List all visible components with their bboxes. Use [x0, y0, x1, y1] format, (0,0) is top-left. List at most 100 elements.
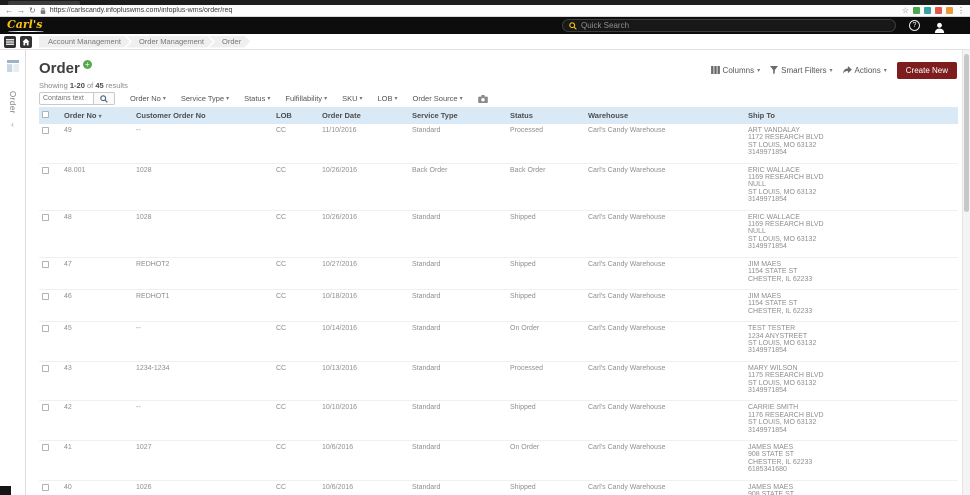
browser-menu-icon[interactable]: ⋮	[957, 7, 965, 15]
row-checkbox[interactable]	[42, 293, 49, 300]
filter-dropdown-service-type[interactable]: Service Type▾	[181, 94, 229, 103]
table-row[interactable]: 48.0011028CC10/26/2016Back OrderBack Ord…	[39, 163, 958, 210]
user-icon[interactable]	[934, 20, 945, 31]
table-row[interactable]: 481028CC10/26/2016StandardShippedCarl's …	[39, 210, 958, 257]
row-checkbox[interactable]	[42, 444, 49, 451]
ship-to-line: MARY WILSON	[748, 365, 955, 372]
ship-to-line: 1154 STATE ST	[748, 300, 955, 307]
forward-icon[interactable]: →	[17, 7, 25, 15]
filter-dropdown-status[interactable]: Status▾	[244, 94, 270, 103]
column-header-order-no[interactable]: Order No ▾	[61, 107, 133, 124]
showing-prefix: Showing	[39, 81, 68, 90]
filter-search-button[interactable]	[94, 92, 115, 105]
caret-down-icon: ▾	[884, 67, 887, 74]
row-checkbox[interactable]	[42, 167, 49, 174]
page-title: Order	[39, 60, 80, 77]
quick-search-input[interactable]	[581, 21, 889, 30]
ship-to-line: ST LOUIS, MO 63132	[748, 189, 955, 196]
table-row[interactable]: 42--CC10/10/2016StandardShippedCarl's Ca…	[39, 401, 958, 441]
filter-dropdown-lob[interactable]: LOB▾	[378, 94, 398, 103]
contains-text-input[interactable]	[39, 92, 94, 105]
table-toolbar: Columns ▾ Smart Filters ▾ Actions ▾ Crea…	[711, 62, 957, 79]
table-row[interactable]: 49--CC11/10/2016StandardProcessedCarl's …	[39, 124, 958, 163]
filter-dropdown-sku[interactable]: SKU▾	[342, 94, 362, 103]
showing-suffix: results	[106, 81, 128, 90]
url-text[interactable]: https://carlscandy.infopluswms.com/infop…	[50, 7, 233, 14]
table-row[interactable]: 411027CC10/6/2016StandardOn OrderCarl's …	[39, 441, 958, 481]
table-row[interactable]: 46REDHOT1CC10/18/2016StandardShippedCarl…	[39, 289, 958, 321]
cell-service-type: Standard	[409, 322, 507, 362]
camera-button[interactable]	[478, 90, 488, 108]
cell-service-type: Standard	[409, 257, 507, 289]
bookmark-star-icon[interactable]: ☆	[902, 7, 909, 15]
table-row[interactable]: 431234-1234CC10/13/2016StandardProcessed…	[39, 361, 958, 401]
extension-icon[interactable]	[946, 7, 953, 14]
home-button[interactable]	[20, 36, 32, 48]
column-header-warehouse[interactable]: Warehouse	[585, 107, 745, 124]
columns-button[interactable]: Columns ▾	[711, 66, 761, 76]
cell-order-date: 10/26/2016	[319, 163, 409, 210]
quick-search[interactable]	[562, 19, 896, 32]
ship-to-line: ART VANDALAY	[748, 127, 955, 134]
extension-icon[interactable]	[924, 7, 931, 14]
cell-order-date: 10/26/2016	[319, 210, 409, 257]
cell-customer-order-no: 1026	[133, 480, 273, 495]
back-icon[interactable]: ←	[5, 7, 13, 15]
cell-ship-to: CARRIE SMITH1176 RESEARCH BLVDST LOUIS, …	[745, 401, 958, 441]
add-order-icon[interactable]: +	[83, 60, 92, 69]
table-row[interactable]: 45--CC10/14/2016StandardOn OrderCarl's C…	[39, 322, 958, 362]
column-header-service-type[interactable]: Service Type	[409, 107, 507, 124]
extension-icon[interactable]	[935, 7, 942, 14]
side-rail: Order ‹	[0, 50, 26, 495]
filter-dropdown-label: Service Type	[181, 94, 224, 103]
cell-ship-to: ART VANDALAY1172 RESEARCH BLVDST LOUIS, …	[745, 124, 958, 163]
column-header-order-date[interactable]: Order Date	[319, 107, 409, 124]
row-checkbox[interactable]	[42, 404, 49, 411]
breadcrumb-order-management[interactable]: Order Management	[126, 36, 213, 48]
row-checkbox[interactable]	[42, 365, 49, 372]
header-label: Ship To	[748, 111, 775, 120]
help-icon[interactable]: ?	[909, 20, 920, 31]
cell-status: Processed	[507, 124, 585, 163]
breadcrumb-account-management[interactable]: Account Management	[39, 36, 130, 48]
filter-dropdown-order-source[interactable]: Order Source▾	[413, 94, 463, 103]
row-checkbox[interactable]	[42, 484, 49, 491]
actions-button[interactable]: Actions ▾	[843, 66, 887, 76]
filter-dropdown-order-no[interactable]: Order No▾	[130, 94, 166, 103]
breadcrumb-order[interactable]: Order	[209, 36, 250, 48]
column-header-status[interactable]: Status	[507, 107, 585, 124]
cell-order-no: 45	[61, 322, 133, 362]
ship-to-line: JAMES MAES	[748, 484, 955, 491]
table-row[interactable]: 401026CC10/6/2016StandardShippedCarl's C…	[39, 480, 958, 495]
smart-filters-button[interactable]: Smart Filters ▾	[770, 66, 832, 76]
cell-service-type: Standard	[409, 401, 507, 441]
row-checkbox[interactable]	[42, 261, 49, 268]
extension-icon[interactable]	[913, 7, 920, 14]
ship-to-line: 1169 RESEARCH BLVD	[748, 174, 955, 181]
table-row[interactable]: 47REDHOT2CC10/27/2016StandardShippedCarl…	[39, 257, 958, 289]
menu-button[interactable]	[4, 36, 16, 48]
cell-lob: CC	[273, 441, 319, 481]
chat-widget[interactable]	[0, 486, 11, 495]
scrollbar-thumb[interactable]	[964, 54, 969, 212]
collapse-chevron-icon[interactable]: ‹	[11, 120, 14, 129]
caret-down-icon: ▾	[460, 95, 463, 102]
vertical-scrollbar[interactable]	[962, 50, 970, 495]
row-checkbox[interactable]	[42, 325, 49, 332]
create-new-button[interactable]: Create New	[897, 62, 957, 79]
row-checkbox[interactable]	[42, 127, 49, 134]
refresh-icon[interactable]: ↻	[29, 7, 36, 15]
filter-dropdown-fulfillability[interactable]: Fulfillability▾	[285, 94, 327, 103]
cell-order-date: 10/6/2016	[319, 480, 409, 495]
row-checkbox[interactable]	[42, 214, 49, 221]
column-header-customer-order-no[interactable]: Customer Order No	[133, 107, 273, 124]
column-header-lob[interactable]: LOB	[273, 107, 319, 124]
rail-vertical-label[interactable]: Order	[8, 91, 17, 114]
cell-ship-to: ERIC WALLACE1169 RESEARCH BLVDNULLST LOU…	[745, 163, 958, 210]
cell-service-type: Standard	[409, 480, 507, 495]
panel-layout-icon[interactable]	[7, 59, 19, 77]
select-all-checkbox[interactable]	[42, 111, 49, 118]
column-header-ship-to[interactable]: Ship To	[745, 107, 958, 124]
cell-customer-order-no: 1028	[133, 163, 273, 210]
carls-logo[interactable]: Carl's	[7, 18, 42, 32]
